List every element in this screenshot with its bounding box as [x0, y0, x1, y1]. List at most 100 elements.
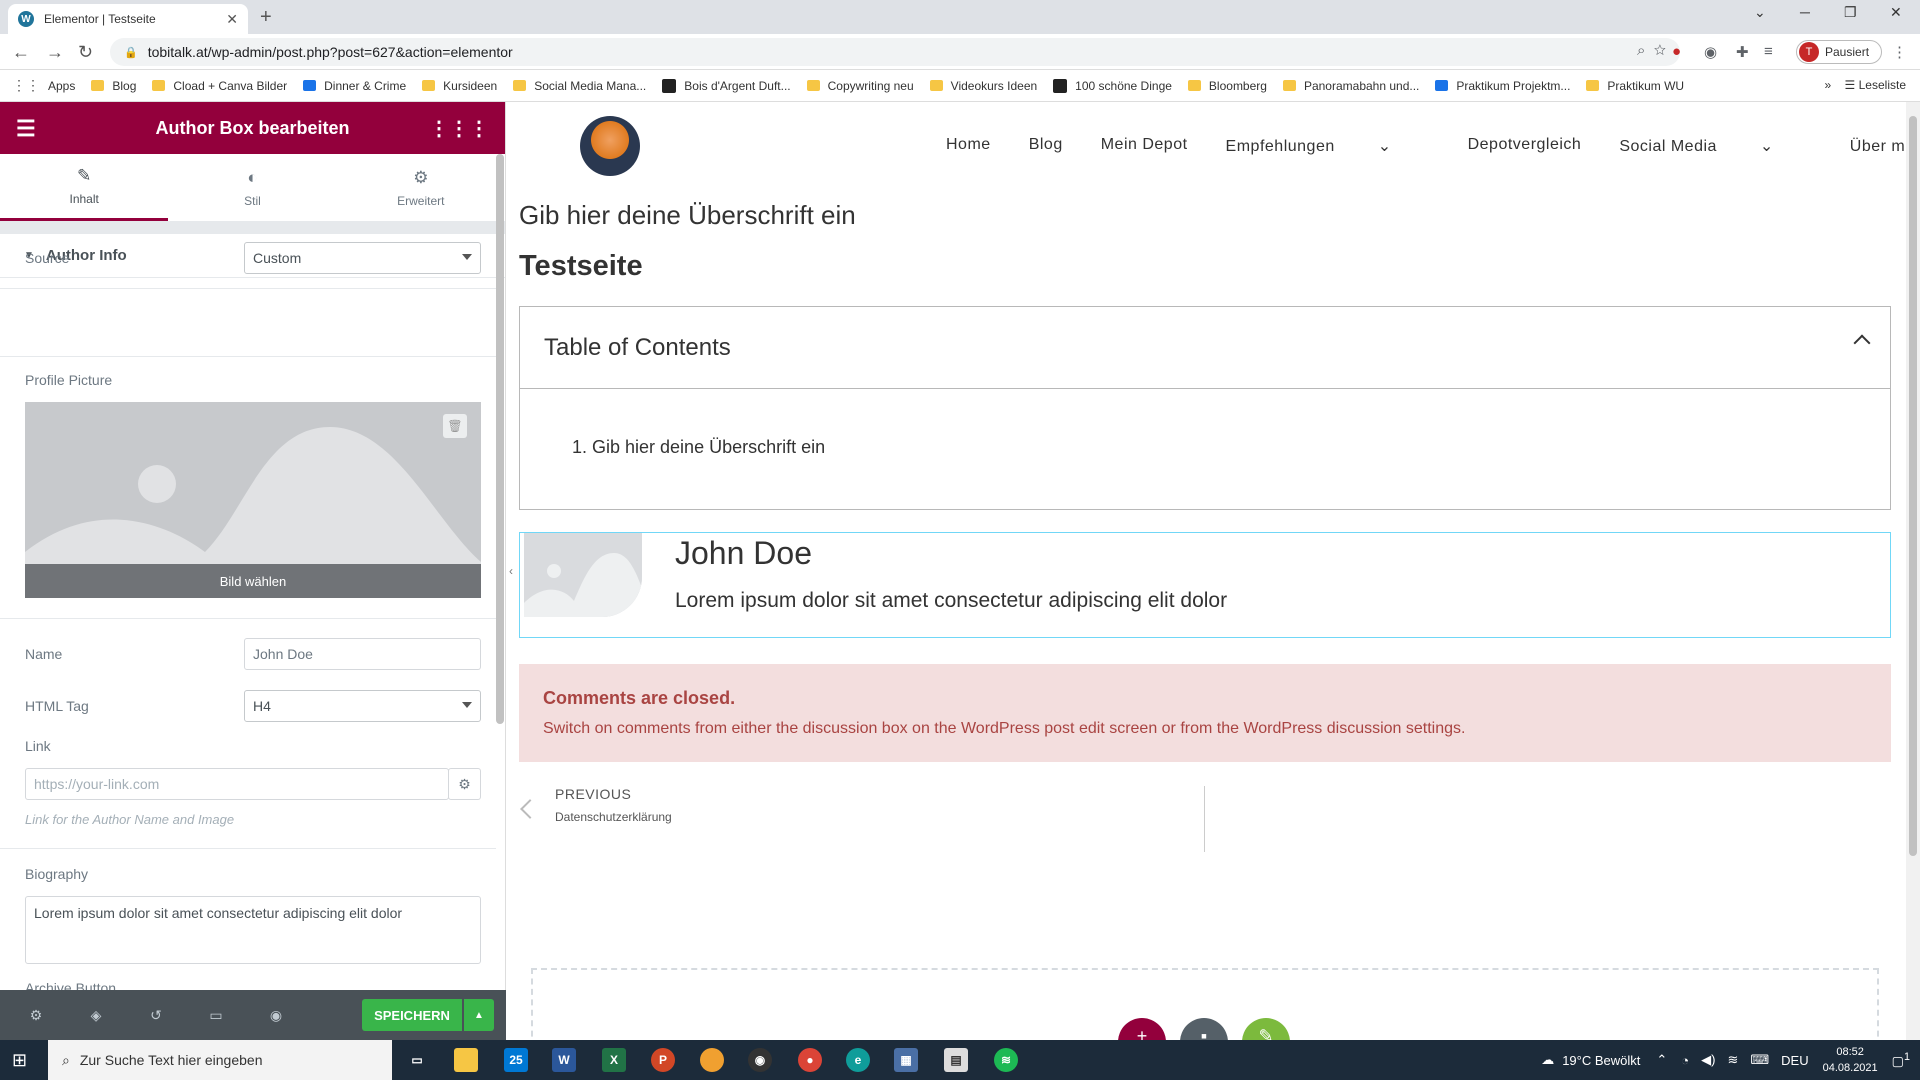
- responsive-mode-icon[interactable]: ▭: [192, 1007, 240, 1024]
- grammarly-extension-icon[interactable]: ◉: [1704, 43, 1717, 61]
- table-of-contents[interactable]: Table of Contents 1. Gib hier deine Über…: [519, 306, 1891, 510]
- choose-image-button[interactable]: Bild wählen: [25, 564, 481, 598]
- close-window-button[interactable]: ✕: [1890, 4, 1902, 21]
- language-indicator[interactable]: DEU: [1781, 1053, 1808, 1068]
- tray-chevron-icon[interactable]: ⌃: [1656, 1052, 1667, 1068]
- notepad-icon[interactable]: ▤: [944, 1048, 968, 1072]
- source-select[interactable]: Custom: [244, 242, 481, 274]
- navigator-layers-icon[interactable]: ◈: [72, 1007, 120, 1024]
- weather-cloud-icon[interactable]: ☁: [1541, 1052, 1554, 1068]
- tab-search-icon[interactable]: ⌄: [1754, 4, 1766, 21]
- app-icon[interactable]: [700, 1048, 724, 1072]
- nav-item-depotvergleich[interactable]: Depotvergleich: [1468, 136, 1582, 156]
- mail-icon[interactable]: 25: [504, 1048, 528, 1072]
- preview-eye-icon[interactable]: ◉: [252, 1007, 300, 1024]
- volume-icon[interactable]: ◀): [1701, 1052, 1715, 1068]
- site-logo[interactable]: [580, 116, 640, 176]
- bookmark-item[interactable]: Copywriting neu: [806, 79, 914, 93]
- forward-button[interactable]: →: [46, 42, 64, 63]
- panel-scrollbar[interactable]: [496, 154, 504, 724]
- settings-gear-icon[interactable]: ⚙: [12, 1007, 60, 1024]
- new-tab-button[interactable]: +: [260, 6, 272, 29]
- link-input[interactable]: https://your-link.com: [25, 768, 449, 800]
- heading-placeholder[interactable]: Gib hier deine Überschrift ein: [519, 200, 856, 231]
- adblock-extension-icon[interactable]: ●: [1672, 43, 1681, 60]
- edge-icon[interactable]: e: [846, 1048, 870, 1072]
- file-explorer-icon[interactable]: [454, 1048, 478, 1072]
- name-input[interactable]: John Doe: [244, 638, 481, 670]
- bookmark-item[interactable]: Cload + Canva Bilder: [152, 79, 287, 93]
- wifi-icon[interactable]: ≋: [1727, 1052, 1738, 1068]
- preview-scrollbar[interactable]: [1906, 102, 1920, 1040]
- bookmark-item[interactable]: Praktikum WU: [1586, 79, 1684, 93]
- bookmark-item[interactable]: Social Media Mana...: [513, 79, 646, 93]
- author-name[interactable]: John Doe: [675, 535, 812, 572]
- minimize-button[interactable]: ─: [1800, 4, 1810, 20]
- chrome-icon[interactable]: ●: [798, 1048, 822, 1072]
- word-icon[interactable]: W: [552, 1048, 576, 1072]
- taskbar-search[interactable]: ⌕ Zur Suche Text hier eingeben: [48, 1040, 392, 1080]
- reload-button[interactable]: ↻: [78, 42, 93, 63]
- toc-item[interactable]: 1. Gib hier deine Überschrift ein: [572, 437, 825, 458]
- excel-icon[interactable]: X: [602, 1048, 626, 1072]
- bookmark-item[interactable]: Bloomberg: [1187, 79, 1267, 93]
- bookmark-item[interactable]: Blog: [91, 79, 136, 93]
- reading-list-button[interactable]: » ☰ Leseliste: [1825, 78, 1906, 92]
- nav-item-social-media[interactable]: Social Media ⌄: [1619, 136, 1811, 156]
- bookmark-item[interactable]: Kursideen: [422, 79, 497, 93]
- trash-icon[interactable]: 🗑: [443, 414, 467, 438]
- link-options-gear-icon[interactable]: ⚙: [448, 768, 481, 800]
- nav-item-blog[interactable]: Blog: [1029, 136, 1063, 156]
- bookmark-apps[interactable]: ⋮⋮ Apps: [12, 77, 75, 94]
- keyboard-icon[interactable]: ⌨: [1750, 1052, 1769, 1068]
- bookmark-item[interactable]: Praktikum Projektm...: [1435, 79, 1570, 93]
- author-box[interactable]: John Doe Lorem ipsum dolor sit amet cons…: [519, 532, 1891, 638]
- spotify-icon[interactable]: ≋: [994, 1048, 1018, 1072]
- author-avatar[interactable]: [524, 533, 642, 617]
- save-button[interactable]: SPEICHERN: [362, 999, 462, 1031]
- nav-item-mein-depot[interactable]: Mein Depot: [1101, 136, 1188, 156]
- tab-inhalt[interactable]: ✎ Inhalt: [0, 154, 169, 221]
- page-title[interactable]: Testseite: [519, 250, 643, 283]
- close-tab-icon[interactable]: ✕: [226, 11, 238, 28]
- hamburger-menu-icon[interactable]: ☰: [16, 116, 36, 142]
- media-control-icon[interactable]: ≡: [1764, 43, 1773, 60]
- save-options-caret-icon[interactable]: ▲: [464, 999, 494, 1031]
- url-bar[interactable]: 🔒 tobitalk.at/wp-admin/post.php?post=627…: [110, 38, 1680, 66]
- profile-picture-chooser[interactable]: 🗑 Bild wählen: [25, 402, 481, 598]
- restore-button[interactable]: ❐: [1844, 4, 1857, 21]
- weather-text[interactable]: 19°C Bewölkt: [1562, 1053, 1640, 1068]
- bookmark-item[interactable]: Dinner & Crime: [303, 79, 406, 93]
- lock-icon[interactable]: 🔒: [124, 46, 138, 59]
- toc-header[interactable]: Table of Contents: [520, 307, 1890, 389]
- app-icon[interactable]: ▦: [894, 1048, 918, 1072]
- nav-item-empfehlungen[interactable]: Empfehlungen ⌄: [1226, 136, 1430, 156]
- bookmark-item[interactable]: 100 schöne Dinge: [1053, 78, 1172, 93]
- back-button[interactable]: ←: [12, 42, 30, 63]
- zoom-and-star-icons[interactable]: ⌕ ☆: [1637, 42, 1666, 59]
- notification-icon[interactable]: ▢1: [1892, 1051, 1910, 1069]
- scrollbar-thumb[interactable]: [1909, 116, 1917, 856]
- biography-textarea[interactable]: Lorem ipsum dolor sit amet consectetur a…: [25, 896, 481, 964]
- task-view-icon[interactable]: ▭: [405, 1048, 429, 1072]
- html-tag-select[interactable]: H4: [244, 690, 481, 722]
- tab-erweitert[interactable]: ⚙ Erweitert: [337, 154, 505, 221]
- extensions-puzzle-icon[interactable]: ✚: [1736, 43, 1749, 61]
- profile-button[interactable]: T Pausiert: [1796, 40, 1882, 64]
- clock[interactable]: 08:52 04.08.2021: [1823, 1044, 1878, 1076]
- bookmark-item[interactable]: Videokurs Ideen: [929, 79, 1037, 93]
- windows-start-icon[interactable]: ⊞: [12, 1050, 27, 1071]
- history-icon[interactable]: ↺: [132, 1007, 180, 1024]
- widgets-grid-icon[interactable]: ⋮⋮⋮: [429, 116, 489, 141]
- bookmark-item[interactable]: Panoramabahn und...: [1282, 79, 1419, 93]
- bookmark-item[interactable]: Bois d'Argent Duft...: [662, 78, 791, 93]
- obs-icon[interactable]: ◉: [748, 1048, 772, 1072]
- network-icon[interactable]: ◔: [1681, 1053, 1689, 1068]
- nav-item-ueber-mich[interactable]: Über mich ⌄: [1850, 136, 1906, 156]
- nav-item-home[interactable]: Home: [946, 136, 991, 156]
- browser-tab[interactable]: W Elementor | Testseite ✕: [8, 4, 248, 34]
- chevron-up-icon[interactable]: [1853, 334, 1871, 352]
- browser-menu-icon[interactable]: ⋮: [1892, 43, 1907, 61]
- tab-stil[interactable]: ◐ Stil: [168, 154, 336, 221]
- collapse-panel-arrow-icon[interactable]: ‹: [509, 564, 513, 578]
